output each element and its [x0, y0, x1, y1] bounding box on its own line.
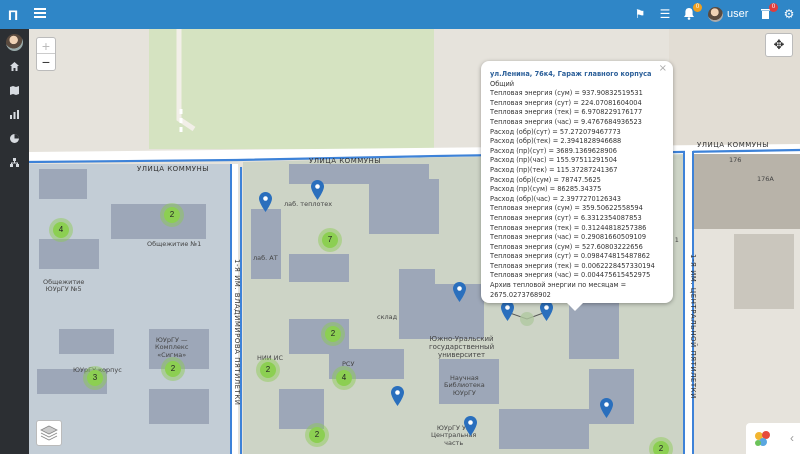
place-label: Южно-Уральский государственный университ…: [429, 335, 495, 360]
popup-line: Тепловая энергия (сут) = 0.0984748154878…: [490, 252, 651, 261]
marker-cluster[interactable]: 4: [332, 366, 356, 390]
popup-line: Расход (пр)(тек) = 115.37287241367: [490, 165, 618, 174]
map-pin-icon[interactable]: [600, 398, 613, 418]
popup-line: Тепловая энергия (тек) = 6.9708229176177: [490, 108, 643, 117]
bell-icon[interactable]: 0: [682, 3, 702, 21]
marker-cluster[interactable]: 2: [321, 322, 345, 346]
popup-subtitle: Общий: [490, 79, 515, 88]
flag-icon[interactable]: ⚑: [633, 7, 647, 21]
trash-icon[interactable]: 0: [758, 3, 778, 21]
place-label: склад: [377, 313, 398, 321]
map-pin-icon[interactable]: [464, 416, 477, 436]
marker-cluster[interactable]: 2: [256, 358, 280, 382]
sidebar: [0, 29, 29, 454]
place-label: 176А: [757, 175, 774, 183]
zoom-in-button[interactable]: +: [37, 38, 55, 54]
map-pin-icon[interactable]: [540, 301, 553, 321]
popup-line: Тепловая энергия (час) = 9.4767684936523: [490, 117, 642, 126]
place-label: Научная Библиотека ЮУрГУ: [444, 374, 485, 397]
zoom-out-button[interactable]: −: [37, 54, 55, 70]
popup-line: Тепловая энергия (тек) = 0.3124481825738…: [490, 223, 647, 232]
map-icon[interactable]: [8, 85, 21, 98]
map-pin-icon[interactable]: [391, 386, 404, 406]
popup-line: Тепловая энергия (тек) = 0.0062228457330…: [490, 261, 655, 270]
top-bar: П ⚑ ☰ 0 user 0 ⚙: [0, 0, 800, 29]
trash-badge: 0: [769, 3, 778, 12]
popup-line: Расход (обр)(сут) = 57.272079467773: [490, 127, 621, 136]
street-label-north-right: УЛИЦА КОММУНЫ: [697, 141, 769, 149]
close-icon[interactable]: ×: [659, 64, 667, 74]
street-label-north-left: УЛИЦА КОММУНЫ: [137, 165, 209, 173]
marker-cluster[interactable]: 2: [160, 203, 184, 227]
popup-line: Расход (обр)(сум) = 78747.5625: [490, 175, 601, 184]
place-label: Общежитие ЮУрГУ №5: [43, 278, 85, 294]
popup-line: Расход (обр)(час) = 2.3977270126343: [490, 194, 621, 203]
marker-cluster[interactable]: 7: [318, 228, 342, 252]
menu-icon[interactable]: [34, 8, 46, 20]
place-label: лаб. АТ: [253, 254, 278, 262]
org-icon[interactable]: [8, 157, 21, 170]
sidebar-avatar[interactable]: [6, 34, 23, 51]
popup-title: ул.Ленина, 76к4, Гараж главного корпуса: [490, 70, 652, 78]
marker-cluster[interactable]: 3: [83, 366, 107, 390]
move-icon[interactable]: ✥: [765, 33, 793, 57]
popup-line: Расход (пр)(сут) = 3689.1369628906: [490, 146, 617, 155]
popup-line: Тепловая энергия (час) = 0.0044756154529…: [490, 271, 651, 280]
popup-line: Расход (пр)(сум) = 86285.34375: [490, 185, 602, 194]
popup-line: Тепловая энергия (сум) = 527.60803222656: [490, 242, 643, 251]
popup-line: Архив тепловой энергии по месяцам = 2675…: [490, 281, 627, 299]
marker-cluster[interactable]: 2: [305, 423, 329, 447]
popup-line: Тепловая энергия (сум) = 937.90832519531: [490, 89, 643, 98]
map-pin-icon[interactable]: [259, 192, 272, 212]
marker-cluster[interactable]: 2: [161, 357, 185, 381]
popup-line: Расход (обр)(тек) = 2.3941828946688: [490, 137, 622, 146]
popup-line: Тепловая энергия (час) = 0.2908166050910…: [490, 233, 647, 242]
map-canvas: [29, 29, 800, 454]
home-icon[interactable]: [8, 61, 21, 74]
list-icon[interactable]: ☰: [658, 7, 672, 21]
street-label-north-center: УЛИЦА КОММУНЫ: [309, 157, 381, 165]
place-label: 176: [729, 156, 742, 164]
brand-logo-icon: [755, 431, 770, 446]
place-label: Общежитие №1: [147, 240, 202, 248]
chart-icon[interactable]: [8, 109, 21, 122]
zoom-control: + −: [36, 37, 56, 71]
map-pin-icon[interactable]: [311, 180, 324, 200]
user-name[interactable]: user: [727, 8, 748, 20]
info-popup: × ул.Ленина, 76к4, Гараж главного корпус…: [481, 61, 673, 311]
chevron-left-icon[interactable]: ‹: [790, 431, 794, 445]
popup-line: Расход (пр)(час) = 155.97511291504: [490, 156, 618, 165]
gears-icon[interactable]: ⚙: [782, 7, 796, 21]
pie-icon[interactable]: [8, 133, 21, 146]
popup-line: Тепловая энергия (сут) = 6.3312354087853: [490, 213, 642, 222]
map-view[interactable]: УЛИЦА КОММУНЫ УЛИЦА КОММУНЫ УЛИЦА КОММУН…: [29, 29, 800, 454]
notification-badge: 0: [693, 3, 702, 12]
marker-cluster[interactable]: 2: [649, 437, 673, 454]
user-avatar[interactable]: [708, 7, 723, 22]
street-label-east: 1-Я ИМ. ЦЕНТРАЛЬНОЙ ПЯТИЛЕТКИ: [689, 254, 697, 399]
map-pin-icon[interactable]: [453, 282, 466, 302]
layers-icon: [40, 425, 58, 441]
marker-cluster[interactable]: 4: [49, 218, 73, 242]
layers-button[interactable]: [36, 420, 62, 446]
popup-line: Тепловая энергия (сум) = 359.50622558594: [490, 204, 643, 213]
map-pin-icon[interactable]: [501, 301, 514, 321]
popup-line: Тепловая энергия (сут) = 224.07081604004: [490, 98, 642, 107]
place-label: лаб. теплотех: [284, 200, 333, 208]
corner-panel[interactable]: ‹: [746, 423, 800, 454]
app-logo[interactable]: П: [0, 0, 26, 29]
street-label-west: 1-Я ИМ. ВЛАДИМИРОВА ПЯТИЛЕТКИ: [233, 259, 241, 406]
